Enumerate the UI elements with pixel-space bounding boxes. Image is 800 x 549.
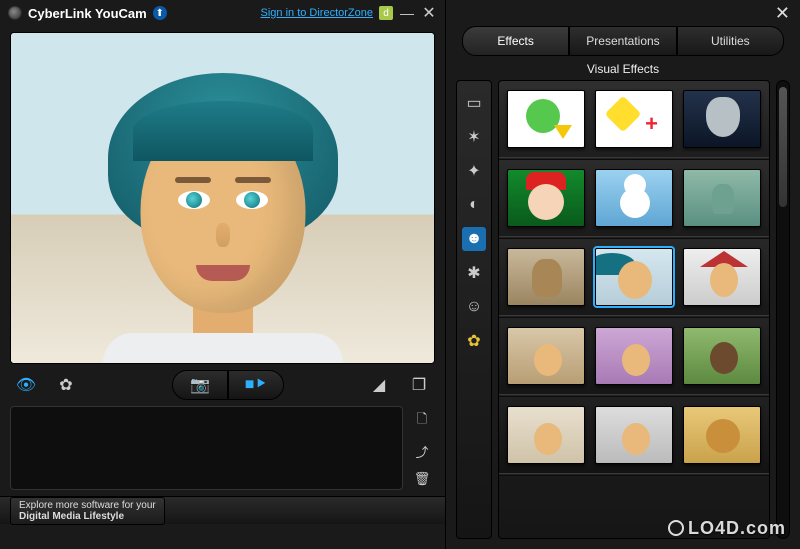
effect-thumb[interactable]	[507, 327, 585, 385]
right-close-button[interactable]: ✕	[775, 3, 790, 24]
effects-panel-title: Visual Effects	[446, 56, 800, 80]
shelf-row	[499, 318, 769, 397]
category-gadget-icon[interactable]: ✿	[462, 329, 486, 353]
webcam-preview	[10, 32, 435, 364]
app-root: CyberLink YouCam ⬆ Sign in to DirectorZo…	[0, 0, 800, 549]
effect-thumb[interactable]	[507, 90, 585, 148]
eraser-icon[interactable]: ◢	[365, 371, 393, 399]
right-header: ✕	[446, 0, 800, 26]
captured-media-strip[interactable]	[10, 406, 403, 490]
shelf-row	[499, 239, 769, 318]
effects-body: ▭ ✶ ✦ ◐ ☻ ✱ ☺ ✿ +	[446, 80, 800, 549]
tab-utilities[interactable]: Utilities	[677, 26, 784, 56]
effect-thumb[interactable]	[595, 327, 673, 385]
effect-thumb-selected[interactable]	[595, 248, 673, 306]
category-particle-icon[interactable]: ✱	[462, 261, 486, 285]
explore-software-button[interactable]: Explore more software for your Digital M…	[10, 497, 165, 525]
left-panel: CyberLink YouCam ⬆ Sign in to DirectorZo…	[0, 0, 446, 549]
effect-thumb[interactable]	[683, 327, 761, 385]
shelf-row	[499, 160, 769, 239]
settings-icon[interactable]: ✿	[52, 371, 80, 399]
category-emotion-icon[interactable]: ☺	[462, 295, 486, 319]
category-magic-icon[interactable]: ✦	[462, 159, 486, 183]
captured-media-actions: 🗋 ⤴ 🗑	[409, 406, 435, 490]
right-panel: ✕ Effects Presentations Utilities Visual…	[446, 0, 800, 549]
import-media-icon[interactable]: 🗋	[417, 410, 427, 432]
effect-thumb[interactable]: +	[595, 90, 673, 148]
tab-effects[interactable]: Effects	[462, 26, 569, 56]
category-avatar-icon[interactable]: ☻	[462, 227, 486, 251]
explore-line2: Digital Media Lifestyle	[19, 511, 156, 522]
captured-media-row: 🗋 ⤴ 🗑	[0, 406, 445, 496]
preview-container	[0, 26, 445, 364]
effect-thumb[interactable]	[595, 169, 673, 227]
scrollbar-handle[interactable]	[779, 87, 787, 207]
preview-toggle-icon[interactable]: 👁	[12, 371, 40, 399]
effect-thumb[interactable]	[507, 169, 585, 227]
minimize-button[interactable]: —	[399, 6, 415, 20]
shelf-row: +	[499, 81, 769, 160]
effects-scrollbar[interactable]	[776, 80, 790, 539]
effect-thumb[interactable]	[683, 90, 761, 148]
effect-thumb[interactable]	[683, 406, 761, 464]
avatar-render	[93, 73, 353, 364]
tab-presentations[interactable]: Presentations	[569, 26, 676, 56]
effect-thumb[interactable]	[683, 169, 761, 227]
app-logo-icon	[8, 6, 22, 20]
explore-line1: Explore more software for your	[19, 500, 156, 511]
footer-bar: Explore more software for your Digital M…	[0, 496, 445, 524]
effect-thumb[interactable]	[683, 248, 761, 306]
shelf-row	[499, 397, 769, 476]
titlebar: CyberLink YouCam ⬆ Sign in to DirectorZo…	[0, 0, 445, 26]
effect-thumb[interactable]	[507, 406, 585, 464]
signin-link[interactable]: Sign in to DirectorZone	[261, 7, 374, 19]
capture-mode-group: 📷 ■⯈	[172, 370, 284, 400]
app-title: CyberLink YouCam	[28, 6, 147, 21]
close-button[interactable]: ✕	[421, 6, 437, 20]
effects-tabbar: Effects Presentations Utilities	[446, 26, 800, 56]
snapshot-button[interactable]: 📷	[172, 370, 228, 400]
category-frames-icon[interactable]: ▭	[462, 91, 486, 115]
effect-thumb[interactable]	[507, 248, 585, 306]
share-media-icon[interactable]: ⤴	[415, 442, 428, 461]
directorzone-icon[interactable]: d	[379, 6, 393, 20]
effects-shelves: +	[498, 80, 770, 539]
delete-media-icon[interactable]: 🗑	[414, 471, 431, 487]
capture-controls: 👁 ✿ 📷 ■⯈ ◢ ❐	[0, 364, 445, 406]
effect-thumb[interactable]	[595, 406, 673, 464]
category-scene-icon[interactable]: ✶	[462, 125, 486, 149]
effect-category-column: ▭ ✶ ✦ ◐ ☻ ✱ ☺ ✿	[456, 80, 492, 539]
pip-icon[interactable]: ❐	[405, 371, 433, 399]
update-icon[interactable]: ⬆	[153, 6, 167, 20]
category-mask-icon[interactable]: ◐	[462, 193, 486, 217]
record-button[interactable]: ■⯈	[228, 370, 284, 400]
